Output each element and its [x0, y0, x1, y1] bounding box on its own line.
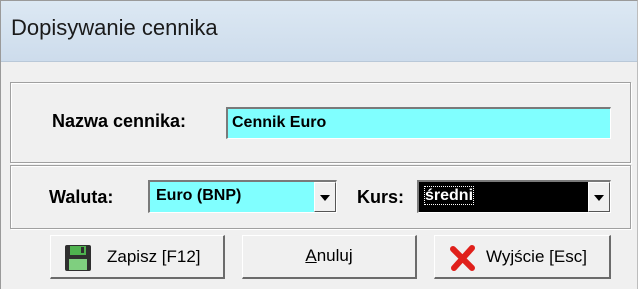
title-bar[interactable]: Dopisywanie cennika — [1, 1, 637, 62]
chevron-down-icon — [594, 195, 604, 201]
nazwa-label: Nazwa cennika: — [52, 111, 187, 131]
kurs-dropdown-button[interactable] — [588, 182, 610, 212]
kurs-value: średni — [423, 186, 475, 205]
kurs-label: Kurs: — [357, 187, 405, 207]
close-x-icon — [450, 245, 475, 271]
nazwa-cennika-input[interactable]: Cennik Euro — [226, 107, 611, 139]
kurs-select[interactable]: średni — [417, 180, 611, 213]
wyjscie-button[interactable]: Wyjście [Esc] — [434, 235, 611, 279]
waluta-dropdown-button[interactable] — [314, 182, 336, 212]
waluta-value: Euro (BNP) — [150, 182, 314, 212]
kurs-value-box: średni — [419, 182, 588, 212]
dialog-window: Dopisywanie cennika Nazwa cennika: Cenni… — [0, 0, 638, 289]
waluta-label: Waluta: — [49, 187, 114, 207]
chevron-down-icon — [320, 195, 330, 201]
floppy-disk-icon — [65, 245, 91, 271]
zapisz-button[interactable]: Zapisz [F12] — [50, 235, 225, 279]
anuluj-mnemonic: A — [305, 246, 317, 265]
zapisz-label: Zapisz [F12] — [107, 247, 201, 266]
anuluj-label: nuluj — [316, 246, 353, 265]
anuluj-button[interactable]: Anuluj — [242, 235, 417, 279]
wyjscie-label: Wyjście [Esc] — [486, 247, 587, 266]
window-title: Dopisywanie cennika — [11, 15, 218, 40]
waluta-select[interactable]: Euro (BNP) — [148, 180, 337, 213]
